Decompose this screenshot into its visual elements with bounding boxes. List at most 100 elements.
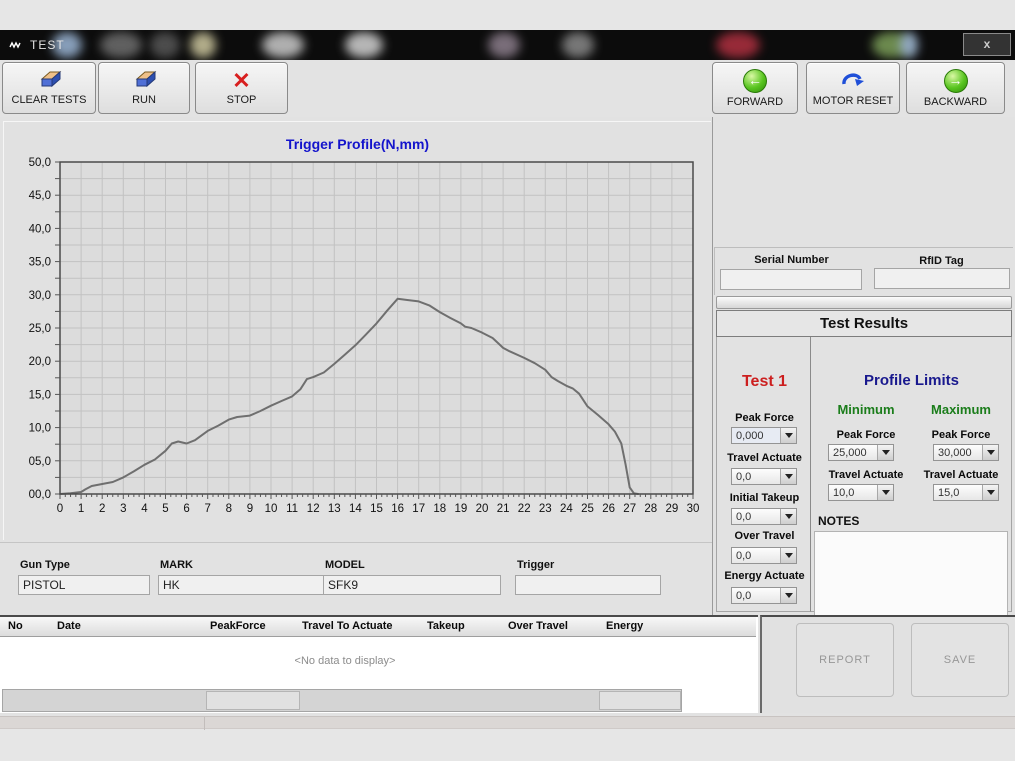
svg-text:0: 0 [57, 503, 63, 515]
serial-number-label: Serial Number [724, 254, 859, 266]
svg-text:14: 14 [349, 503, 362, 515]
peak-force-combo[interactable]: 0,000 [731, 427, 797, 444]
chevron-down-icon[interactable] [780, 428, 796, 443]
rfid-tag-label: RfID Tag [874, 255, 1009, 267]
min-peak-force-combo[interactable]: 25,000 [828, 444, 894, 461]
travel-actuate-combo[interactable]: 0,0 [731, 468, 797, 485]
maximum-label: Maximum [916, 402, 1006, 417]
svg-text:30,0: 30,0 [29, 290, 51, 302]
svg-text:21: 21 [497, 503, 510, 515]
stop-button[interactable]: ✕ STOP [195, 62, 288, 114]
serial-number-input[interactable] [720, 269, 862, 290]
max-peak-force-label: Peak Force [911, 429, 1011, 441]
svg-text:6: 6 [183, 503, 189, 515]
min-travel-actuate-label: Travel Actuate [816, 469, 916, 481]
max-peak-force-combo[interactable]: 30,000 [933, 444, 999, 461]
over-travel-combo[interactable]: 0,0 [731, 547, 797, 564]
svg-text:24: 24 [560, 503, 573, 515]
svg-text:15: 15 [370, 503, 383, 515]
column-header-peakforce[interactable]: PeakForce [210, 620, 266, 632]
chevron-down-icon[interactable] [877, 445, 893, 460]
peak-force-label: Peak Force [717, 412, 812, 424]
mark-input[interactable] [158, 575, 330, 595]
svg-text:05,0: 05,0 [29, 456, 51, 468]
chevron-down-icon[interactable] [877, 485, 893, 500]
backward-button[interactable]: → BACKWARD [906, 62, 1005, 114]
test-results-title: Test Results [716, 310, 1012, 337]
column-header-date[interactable]: Date [57, 620, 81, 632]
run-button[interactable]: RUN [98, 62, 190, 114]
stop-label: STOP [227, 94, 257, 106]
notes-label: NOTES [818, 514, 859, 528]
test1-column: Test 1 Peak Force 0,000 Travel Actuate 0… [716, 337, 811, 612]
model-input[interactable] [323, 575, 501, 595]
chevron-down-icon[interactable] [780, 548, 796, 563]
red-x-icon: ✕ [232, 71, 250, 91]
svg-text:28: 28 [644, 503, 657, 515]
energy-actuate-combo[interactable]: 0,0 [731, 587, 797, 604]
rfid-tag-input[interactable] [874, 268, 1010, 289]
titlebar-blur-artifact [488, 32, 520, 58]
report-button[interactable]: REPORT [796, 623, 894, 697]
titlebar-blur-artifact [262, 32, 304, 58]
window-title: TEST [30, 38, 65, 52]
svg-text:35,0: 35,0 [29, 257, 51, 269]
chevron-down-icon[interactable] [780, 469, 796, 484]
svg-text:20: 20 [476, 503, 489, 515]
green-arrow-right-icon: → [944, 69, 968, 93]
initial-takeup-combo[interactable]: 0,0 [731, 508, 797, 525]
chevron-down-icon[interactable] [780, 509, 796, 524]
max-travel-actuate-combo[interactable]: 15,0 [933, 484, 999, 501]
trigger-input[interactable] [515, 575, 661, 595]
combo-value: 0,0 [732, 588, 780, 603]
svg-text:10,0: 10,0 [29, 423, 51, 435]
test-results-section: Test Results Test 1 Peak Force 0,000 Tra… [716, 310, 1012, 612]
min-travel-actuate-combo[interactable]: 10,0 [828, 484, 894, 501]
close-button[interactable]: x [963, 33, 1011, 56]
combo-value: 0,000 [732, 428, 780, 443]
titlebar-blur-artifact [716, 32, 760, 58]
column-header-takeup[interactable]: Takeup [427, 620, 465, 632]
column-header-travel-to-actuate[interactable]: Travel To Actuate [302, 620, 392, 632]
save-button[interactable]: SAVE [911, 623, 1009, 697]
svg-text:3: 3 [120, 503, 126, 515]
column-header-energy[interactable]: Energy [606, 620, 643, 632]
table-horizontal-scrollbar[interactable] [2, 689, 682, 712]
run-label: RUN [132, 94, 156, 106]
chevron-down-icon[interactable] [780, 588, 796, 603]
svg-text:17: 17 [412, 503, 425, 515]
svg-text:22: 22 [518, 503, 531, 515]
trigger-profile-chart: Trigger Profile(N,mm) 00,005,010,015,020… [3, 121, 711, 540]
titlebar-blur-artifact [100, 32, 142, 58]
forward-button[interactable]: ← FORWARD [712, 62, 798, 114]
backward-label: BACKWARD [924, 96, 987, 108]
column-header-no[interactable]: No [8, 620, 23, 632]
chart-title: Trigger Profile(N,mm) [4, 136, 711, 152]
chevron-down-icon[interactable] [982, 485, 998, 500]
chart-plot-area: 00,005,010,015,020,025,030,035,040,045,0… [4, 152, 710, 538]
status-bar [0, 716, 1015, 729]
scrollbar-thumb[interactable] [599, 691, 681, 710]
clear-tests-button[interactable]: CLEAR TESTS [2, 62, 96, 114]
svg-text:13: 13 [328, 503, 341, 515]
svg-text:30: 30 [687, 503, 700, 515]
svg-text:10: 10 [265, 503, 278, 515]
combo-value: 25,000 [829, 445, 877, 460]
splitter-bar[interactable] [716, 296, 1012, 309]
clear-tests-label: CLEAR TESTS [12, 94, 87, 106]
svg-text:9: 9 [247, 503, 253, 515]
motor-reset-button[interactable]: MOTOR RESET [806, 62, 900, 114]
motor-reset-label: MOTOR RESET [813, 95, 893, 107]
profile-limits-title: Profile Limits [811, 372, 1012, 389]
chevron-down-icon[interactable] [982, 445, 998, 460]
svg-text:18: 18 [433, 503, 446, 515]
mark-label: MARK [160, 559, 193, 571]
svg-text:2: 2 [99, 503, 105, 515]
svg-text:27: 27 [623, 503, 636, 515]
eraser-icon [36, 70, 62, 91]
combo-value: 30,000 [934, 445, 982, 460]
scrollbar-thumb[interactable] [206, 691, 300, 710]
column-header-over-travel[interactable]: Over Travel [508, 620, 568, 632]
gun-type-input[interactable] [18, 575, 150, 595]
test1-title: Test 1 [717, 373, 812, 391]
